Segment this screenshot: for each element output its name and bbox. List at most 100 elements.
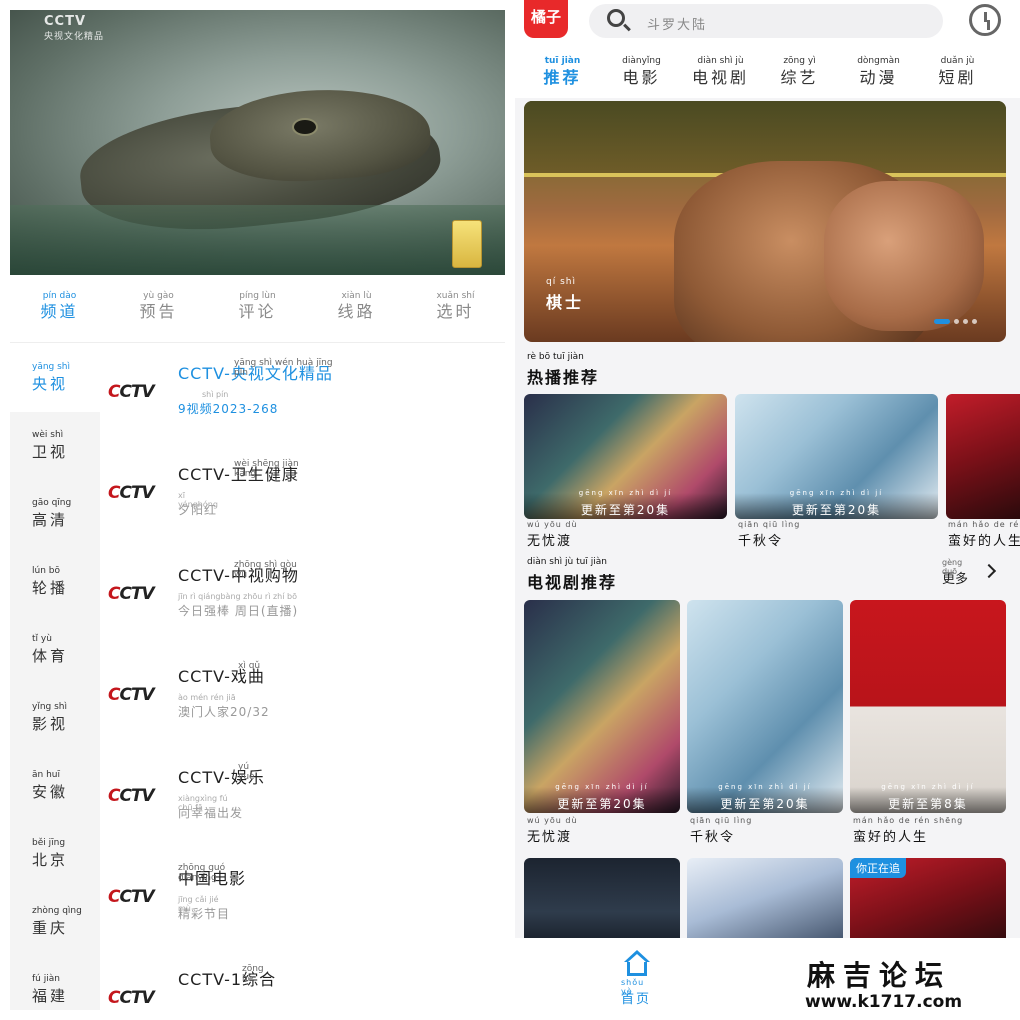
category-chongqing[interactable]: zhòng qìng 重庆: [10, 888, 100, 956]
tv-card-poster[interactable]: gēng xīn zhì dì jí 更新至第20集: [687, 600, 843, 813]
channel-name-pinyin: zhōng guó diànyǐng: [178, 863, 226, 883]
channel-row[interactable]: CCTV wèi shēng jiàn kāng CCTV-卫生健康 xī yán…: [108, 449, 505, 549]
bottom-navigation: shǒu yè 首页 麻吉论坛 www.k1717.com: [515, 938, 1020, 1020]
tab-select-time[interactable]: xuǎn shí 选时: [406, 275, 505, 342]
category-label: 安徽: [32, 783, 69, 801]
hot-card-poster[interactable]: [946, 394, 1020, 519]
screenshot-root: CCTV 央视文化精品 pín dào 频道 yù gào 预告 píng lùn 评…: [0, 0, 1020, 1020]
category-fujian[interactable]: fú jiàn 福建: [10, 956, 100, 1010]
video-app-home: 橘子 斗罗大陆 tuī jiàn 推荐 diànyǐng 电影 diàn shì j…: [515, 0, 1020, 1020]
tab-movies[interactable]: diànyǐng 电影: [602, 46, 681, 98]
channel-name-pinyin: yāng shì wén huà jīng pǐn: [234, 358, 333, 378]
section-title-text: 电视剧推荐: [527, 573, 618, 592]
tab-source-line[interactable]: xiàn lù 线路: [307, 275, 406, 342]
program-pinyin: xiàngxìng fú chū fā: [178, 794, 228, 812]
following-tag: 你正在追: [850, 858, 906, 878]
more-link[interactable]: gèng duō 更多: [942, 558, 997, 587]
category-label: 高清: [32, 511, 69, 529]
tab-tv-series[interactable]: diàn shì jù 电视剧: [681, 46, 760, 98]
tv-card-poster[interactable]: gēng xīn zhì dì jí 更新至第20集: [524, 600, 680, 813]
update-text: 更新至第20集: [720, 797, 810, 811]
channel-row[interactable]: CCTV yú yuè CCTV-娱乐 xiàngxìng fú chū fā 向幸…: [108, 752, 505, 852]
category-pinyin: lún bō: [32, 566, 60, 576]
hot-card-poster[interactable]: gēng xīn zhì dì jí 更新至第20集: [735, 394, 938, 519]
category-pinyin: gāo qīng: [32, 498, 72, 508]
watermark-text: CCTV: [44, 14, 87, 29]
cctv-logo-icon: CCTV: [108, 584, 155, 604]
category-hd[interactable]: gāo qīng 高清: [10, 480, 100, 548]
tv-section-title: diàn shì jù tuī jiàn 电视剧推荐: [527, 557, 618, 593]
tab-preview[interactable]: yù gào 预告: [109, 275, 208, 342]
following-tag-text: 你正在追: [856, 862, 900, 875]
home-icon-wall: [627, 962, 647, 976]
tv-card-title[interactable]: mán hǎo de rén shēng 蛮好的人生: [853, 816, 962, 845]
tab-pinyin: pín dào: [42, 291, 77, 301]
tab-variety[interactable]: zōng yì 综艺: [760, 46, 839, 98]
cctv-logo-icon: CCTV: [108, 988, 155, 1008]
tv-card-title[interactable]: qiān qiū lìng 千秋令: [690, 816, 751, 845]
tab-label: 频道: [40, 302, 79, 321]
channel-category-sidebar: yāng shì 央视 wèi shì 卫视 gāo qīng 高清 lún bō 轮播…: [10, 344, 100, 1010]
hot-card-title[interactable]: qiān qiū lìng 千秋令: [738, 520, 799, 549]
carousel-dot[interactable]: [954, 319, 959, 324]
category-label: 重庆: [32, 919, 69, 937]
category-carousel[interactable]: lún bō 轮播: [10, 548, 100, 616]
tv-card-poster[interactable]: [524, 858, 680, 948]
tv-card-poster[interactable]: [687, 858, 843, 948]
carousel-dot[interactable]: [963, 319, 968, 324]
tv-live-panel: CCTV 央视文化精品 pín dào 频道 yù gào 预告 píng lùn 评…: [10, 10, 505, 1010]
channel-row[interactable]: CCTV zhōng shì gòu wù CCTV-中视购物 jīn rì qi…: [108, 550, 505, 650]
category-film-tv[interactable]: yǐng shì 影视: [10, 684, 100, 752]
program-pinyin: ào mén rén jiā: [178, 693, 236, 702]
channel-row[interactable]: CCTV zōng hé CCTV-1综合: [108, 954, 505, 1010]
channel-name-pinyin: wèi shēng jiàn kāng: [234, 459, 299, 479]
featured-banner[interactable]: qí shì 棋士: [524, 101, 1006, 342]
player-tabs: pín dào 频道 yù gào 预告 píng lùn 评论 xiàn lù 线路 …: [10, 275, 505, 343]
update-badge: gēng xīn zhì dì jí 更新至第20集: [687, 783, 843, 813]
hot-card-title[interactable]: mán hǎo de rén 蛮好的人生: [948, 520, 1020, 549]
history-clock-icon[interactable]: [969, 4, 1001, 36]
category-tabs: tuī jiàn 推荐 diànyǐng 电影 diàn shì jù 电视剧 zōn…: [515, 46, 1020, 98]
update-pinyin: gēng xīn zhì dì jí: [789, 489, 884, 497]
tab-short-drama[interactable]: duǎn jù 短剧: [918, 46, 997, 98]
tab-channels[interactable]: pín dào 频道: [10, 275, 109, 342]
carousel-dot-active[interactable]: [934, 319, 950, 324]
tab-pinyin: diànyǐng: [622, 56, 661, 66]
tv-card-poster[interactable]: 你正在追: [850, 858, 1006, 948]
category-sports[interactable]: tǐ yù 体育: [10, 616, 100, 684]
carousel-dot[interactable]: [972, 319, 977, 324]
tab-anime[interactable]: dòngmàn 动漫: [839, 46, 918, 98]
search-input[interactable]: 斗罗大陆: [589, 4, 943, 38]
hot-card-poster[interactable]: gēng xīn zhì dì jí 更新至第20集: [524, 394, 727, 519]
update-pinyin: gēng xīn zhì dì jí: [578, 489, 673, 497]
channel-row[interactable]: CCTV yāng shì wén huà jīng pǐn CCTV-央视文化精…: [108, 348, 505, 448]
category-label: 福建: [32, 987, 69, 1005]
tab-label: 推荐: [543, 68, 582, 87]
category-satellite[interactable]: wèi shì 卫视: [10, 412, 100, 480]
update-badge: gēng xīn zhì dì jí 更新至第8集: [850, 783, 1006, 813]
current-program: 9视频2023-268: [178, 402, 279, 416]
app-logo[interactable]: 橘子: [524, 0, 568, 38]
watermark-subtext: 央视文化精品: [44, 32, 105, 42]
cctv-logo-icon: CCTV: [108, 483, 155, 503]
hot-section-title: rè bō tuī jiàn 热播推荐: [527, 352, 599, 388]
nav-home-label[interactable]: shǒu yè 首页: [621, 978, 651, 1007]
update-text: 更新至第20集: [557, 797, 647, 811]
tab-pinyin: tuī jiàn: [544, 56, 581, 66]
tab-recommend[interactable]: tuī jiàn 推荐: [523, 46, 602, 98]
channel-row[interactable]: CCTV zhōng guó diànyǐng 中国电影 jīng cǎi jié…: [108, 853, 505, 953]
category-beijing[interactable]: běi jīng 北京: [10, 820, 100, 888]
category-anhui[interactable]: ān huī 安徽: [10, 752, 100, 820]
category-cctv[interactable]: yāng shì 央视: [10, 344, 100, 412]
channel-row[interactable]: CCTV xì qǔ CCTV-戏曲 ào mén rén jiā 澳门人家20/3…: [108, 651, 505, 751]
hot-card-title[interactable]: wú yōu dù 无忧渡: [527, 520, 577, 549]
tab-comments[interactable]: píng lùn 评论: [208, 275, 307, 342]
category-pinyin: běi jīng: [32, 838, 66, 848]
tab-pinyin: xiàn lù: [341, 291, 372, 301]
tv-card-title[interactable]: wú yōu dù 无忧渡: [527, 816, 577, 845]
tab-pinyin: diàn shì jù: [697, 56, 744, 66]
tv-card-poster[interactable]: gēng xīn zhì dì jí 更新至第8集: [850, 600, 1006, 813]
program-pinyin: jīn rì qiángbàng zhōu rì zhí bō: [178, 592, 297, 601]
home-icon[interactable]: [622, 950, 652, 976]
video-player[interactable]: CCTV 央视文化精品: [10, 10, 505, 275]
